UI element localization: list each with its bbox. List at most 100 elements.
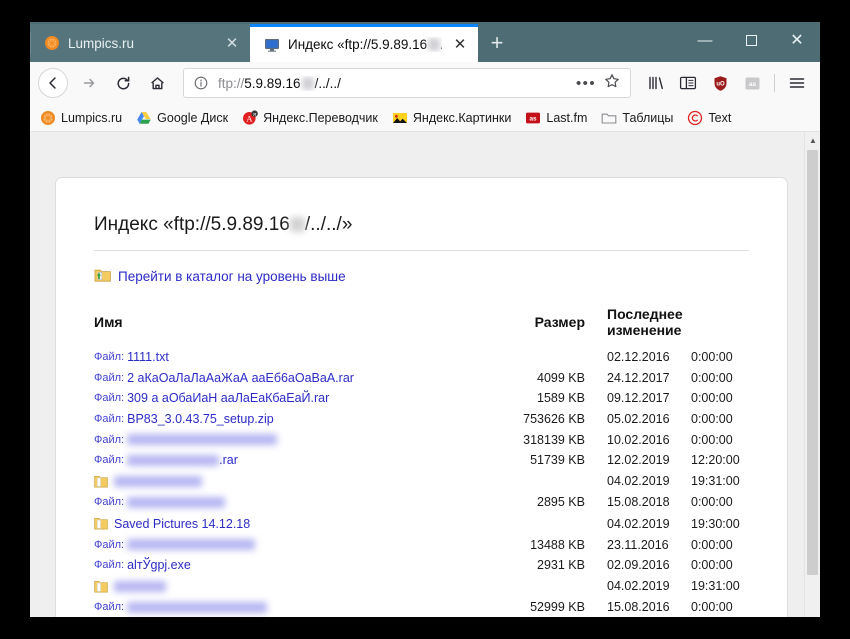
navigation-toolbar: ftp://5.9.89.16/../../ ••• uO as (30, 62, 820, 104)
folder-icon (94, 474, 108, 489)
file-size-cell (497, 471, 589, 493)
close-window-button[interactable]: ✕ (774, 22, 820, 58)
file-name-cell: Файл: (94, 429, 497, 450)
home-button[interactable] (141, 67, 173, 99)
lastfm-icon[interactable]: as (737, 68, 767, 98)
blurred-file-name (127, 539, 255, 550)
bookmark-google-drive[interactable]: Google Диск (136, 110, 228, 126)
bookmark-lastfm[interactable]: as Last.fm (525, 110, 587, 126)
table-row[interactable]: Файл:BP83_3.0.43.75_setup.zip753626 KB05… (94, 409, 749, 430)
new-tab-button[interactable]: + (478, 24, 516, 62)
parent-directory-link-row[interactable]: Перейти в каталог на уровень выше (94, 267, 749, 286)
file-date-cell: 02.09.2016 (589, 555, 675, 576)
table-row[interactable]: Файл:alтЎgpj.exe2931 KB02.09.20160:00:00 (94, 555, 749, 576)
svg-text:as: as (748, 81, 756, 88)
table-header-row: Имя Размер Последнее изменение (94, 306, 749, 347)
bookmark-tablitsy[interactable]: Таблицы (601, 110, 673, 126)
blurred-file-name (127, 602, 267, 613)
table-row[interactable]: Файл:13488 KB23.11.20160:00:00 (94, 534, 749, 555)
file-name-cell: Файл: (94, 597, 497, 617)
file-time-cell: 0:00:00 (675, 347, 749, 368)
page-actions-icon[interactable]: ••• (576, 75, 596, 92)
table-row[interactable]: Файл:1111.txt02.12.20160:00:00 (94, 347, 749, 368)
scrollbar-thumb[interactable] (807, 150, 818, 575)
file-date-cell: 04.02.2019 (589, 576, 675, 598)
file-type-label: Файл: (94, 601, 124, 613)
ftp-index-card: Индекс «ftp://5.9.89.16/../../» Перейти … (55, 177, 788, 617)
file-time-cell: 0:00:00 (675, 534, 749, 555)
file-time-cell: 0:00:00 (675, 597, 749, 617)
table-row[interactable]: 04.02.201919:31:00 (94, 576, 749, 598)
vertical-scrollbar[interactable]: ▲ (804, 132, 820, 617)
tab-bar: Lumpics.ru ✕ Индекс «ftp://5.9.89.16/../… (30, 22, 820, 62)
bookmark-lumpics[interactable]: Lumpics.ru (40, 110, 122, 126)
column-header-size[interactable]: Размер (497, 306, 589, 347)
maximize-button[interactable] (728, 22, 774, 58)
browser-tab-lumpics[interactable]: Lumpics.ru ✕ (30, 24, 250, 62)
toolbar-divider (774, 74, 775, 92)
sidebar-icon[interactable] (673, 68, 703, 98)
column-header-name[interactable]: Имя (94, 306, 497, 347)
bookmark-star-icon[interactable] (604, 73, 622, 94)
screenshot-root: Lumpics.ru ✕ Индекс «ftp://5.9.89.16/../… (0, 0, 850, 639)
table-row[interactable]: 04.02.201919:31:00 (94, 471, 749, 493)
folder-icon (94, 579, 108, 594)
bookmark-label: Lumpics.ru (61, 111, 122, 125)
info-icon[interactable] (192, 76, 210, 90)
file-name-link[interactable]: 309 а аОбаИаН ааЛаЕаКбаЕаЙ.rar (127, 391, 329, 405)
file-size-cell: 52999 KB (497, 597, 589, 617)
table-row[interactable]: Файл:2 аКаОаЛаЛаАаЖаА ааЕб6аОаВаА.rar409… (94, 368, 749, 389)
file-size-cell (497, 513, 589, 535)
url-text[interactable]: ftp://5.9.89.16/../../ (218, 76, 568, 91)
file-name-link[interactable]: 1111.txt (127, 350, 169, 364)
menu-icon[interactable] (782, 68, 812, 98)
file-name-link[interactable]: BP83_3.0.43.75_setup.zip (127, 412, 274, 426)
parent-directory-link[interactable]: Перейти в каталог на уровень выше (118, 269, 346, 284)
file-name-link[interactable]: .rar (219, 453, 238, 467)
file-time-cell: 0:00:00 (675, 409, 749, 430)
column-header-modified[interactable]: Последнее изменение (589, 306, 749, 347)
file-size-cell: 2895 KB (497, 492, 589, 513)
reload-button[interactable] (107, 67, 139, 99)
google-drive-icon (136, 110, 152, 126)
browser-tab-ftp-index[interactable]: Индекс «ftp://5.9.89.16/../../» ✕ (250, 24, 478, 62)
table-row[interactable]: Файл:309 а аОбаИаН ааЛаЕаКбаЕаЙ.rar1589 … (94, 388, 749, 409)
file-name-link[interactable]: alтЎgpj.exe (127, 558, 191, 572)
blurred-octet (428, 38, 440, 51)
folder-icon (94, 516, 108, 531)
address-bar[interactable]: ftp://5.9.89.16/../../ ••• (183, 68, 631, 98)
table-row[interactable]: Файл:2895 KB15.08.20180:00:00 (94, 492, 749, 513)
ublock-shield-icon[interactable]: uO (705, 68, 735, 98)
svg-text:uO: uO (716, 81, 725, 87)
table-row[interactable]: Файл:52999 KB15.08.20160:00:00 (94, 597, 749, 617)
file-name-link[interactable]: Saved Pictures 14.12.18 (114, 517, 250, 531)
file-date-cell: 24.12.2017 (589, 368, 675, 389)
file-type-label: Файл: (94, 496, 124, 508)
bookmark-yandex-images[interactable]: Яндекс.Картинки (392, 110, 511, 126)
close-icon[interactable]: ✕ (222, 33, 242, 53)
blurred-file-name (114, 476, 202, 487)
bookmark-text[interactable]: Text (687, 110, 731, 126)
table-row[interactable]: Saved Pictures 14.12.1804.02.201919:30:0… (94, 513, 749, 535)
close-icon[interactable]: ✕ (450, 35, 470, 55)
bookmark-label: Яндекс.Картинки (413, 111, 511, 125)
library-icon[interactable] (641, 68, 671, 98)
forward-button[interactable] (73, 67, 105, 99)
bookmark-yandex-translate[interactable]: AЯ Яндекс.Переводчик (242, 110, 378, 126)
blurred-url-segment (302, 77, 314, 90)
back-button[interactable] (38, 68, 68, 98)
bookmark-label: Last.fm (546, 111, 587, 125)
file-time-cell: 0:00:00 (675, 368, 749, 389)
up-folder-icon (94, 267, 111, 286)
tab-title-lumpics: Lumpics.ru (68, 36, 214, 51)
file-size-cell: 51739 KB (497, 450, 589, 471)
table-row[interactable]: Файл:318139 KB10.02.20160:00:00 (94, 429, 749, 450)
table-row[interactable]: Файл:.rar51739 KB12.02.201912:20:00 (94, 450, 749, 471)
file-name-link[interactable]: 2 аКаОаЛаЛаАаЖаА ааЕб6аОаВаА.rar (127, 371, 354, 385)
file-date-cell: 23.11.2016 (589, 534, 675, 555)
file-size-cell: 753626 KB (497, 409, 589, 430)
scroll-up-icon[interactable]: ▲ (805, 132, 820, 148)
file-date-cell: 04.02.2019 (589, 513, 675, 535)
minimize-button[interactable]: — (682, 22, 728, 58)
window-controls: — ✕ (682, 22, 820, 58)
